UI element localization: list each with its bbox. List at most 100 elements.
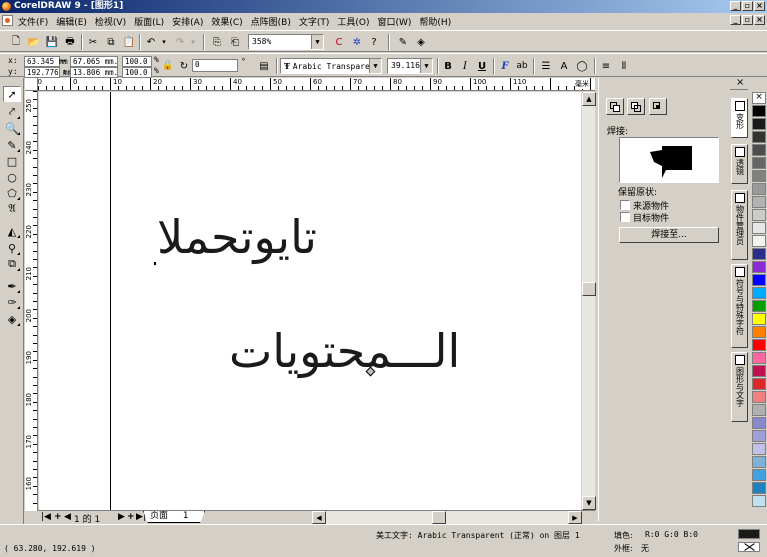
whats-this-icon[interactable]: ?	[366, 34, 382, 50]
horizontal-scroll-thumb[interactable]	[432, 511, 446, 524]
palette-swatch[interactable]	[752, 157, 766, 169]
vertical-scrollbar[interactable]: ▲ ▼	[581, 92, 596, 510]
palette-swatch[interactable]	[752, 313, 766, 325]
format-text-icon[interactable]: F	[497, 58, 513, 74]
vertical-scroll-thumb[interactable]	[582, 282, 596, 296]
palette-swatch[interactable]	[752, 404, 766, 416]
paint-bucket-icon[interactable]: ◈	[413, 34, 429, 50]
fit-text-to-path-icon[interactable]: A	[556, 58, 572, 74]
scroll-down-button[interactable]: ▼	[582, 496, 596, 510]
palette-swatch[interactable]	[752, 417, 766, 429]
width-field[interactable]: 67.065 mm.	[70, 56, 118, 67]
menu-item-9[interactable]: 窗口(W)	[378, 15, 412, 28]
vertical-text-icon[interactable]: ⦀	[616, 58, 632, 74]
fill-color-swatch[interactable]	[738, 529, 760, 539]
maximize-button[interactable]: ▫	[742, 1, 753, 11]
fill-tool-icon[interactable]: ◈	[3, 311, 21, 327]
palette-swatch[interactable]	[752, 365, 766, 377]
palette-swatch[interactable]	[752, 378, 766, 390]
palette-swatch[interactable]	[752, 469, 766, 481]
y-position-field[interactable]: 192.776 mm	[24, 67, 72, 78]
menu-item-7[interactable]: 文字(T)	[299, 15, 330, 28]
prev-page-icon[interactable]: ◀	[64, 512, 71, 522]
vertical-ruler[interactable]: 250 240 230 220 210 200 190 180 170 160	[25, 91, 38, 511]
chevron-down-icon[interactable]: ▼	[420, 59, 432, 73]
tab-lens[interactable]: 透镜	[731, 144, 748, 184]
eyedropper-icon[interactable]: ✎	[395, 34, 411, 50]
font-size-combo[interactable]: 39.116 ▼	[387, 58, 433, 74]
new-file-icon[interactable]: 🗋	[8, 34, 24, 50]
redo-dropdown-icon[interactable]: ▾	[185, 34, 201, 50]
edit-text-icon[interactable]: ab	[514, 58, 530, 74]
scroll-right-button[interactable]: ▶	[568, 511, 582, 524]
menu-item-8[interactable]: 工具(O)	[337, 15, 369, 28]
weld-to-button[interactable]: 焊接至...	[619, 227, 719, 243]
save-icon[interactable]: 💾	[44, 34, 60, 50]
scale-x-field[interactable]: 100.0	[122, 56, 152, 67]
rectangle-tool-icon[interactable]: □	[3, 153, 21, 169]
palette-swatch[interactable]	[752, 183, 766, 195]
rotation-field[interactable]: 0	[192, 59, 238, 72]
lock-ratio-icon[interactable]: 🔒	[160, 58, 176, 74]
text-node-marker[interactable]	[154, 262, 156, 265]
source-object-checkbox[interactable]	[620, 200, 630, 210]
export-icon[interactable]: ⎗	[227, 34, 243, 50]
page-tab[interactable]: 页面 1	[143, 511, 205, 523]
scroll-left-button[interactable]: ◀	[312, 511, 326, 524]
menu-item-6[interactable]: 点阵图(B)	[251, 15, 291, 28]
menu-item-10[interactable]: 帮助(H)	[419, 15, 451, 28]
tab-transform[interactable]: 变形	[731, 98, 748, 138]
weld-mode-button[interactable]	[606, 98, 624, 115]
docker-close-icon[interactable]: ×	[736, 77, 744, 88]
rotate-icon[interactable]: ↻	[176, 58, 192, 74]
chevron-down-icon[interactable]: ▼	[311, 35, 323, 49]
trim-mode-button[interactable]	[627, 98, 645, 115]
text-orientation-icon[interactable]: ◯	[574, 58, 590, 74]
next-page-icon[interactable]: ▶	[118, 512, 125, 522]
shape-tool-icon[interactable]: ⤤	[3, 104, 21, 120]
ellipse-tool-icon[interactable]: ○	[3, 169, 21, 185]
palette-swatch[interactable]	[752, 105, 766, 117]
menu-item-5[interactable]: 效果(C)	[211, 15, 242, 28]
target-object-checkbox[interactable]	[620, 212, 630, 222]
italic-button[interactable]: I	[457, 58, 473, 74]
palette-swatch[interactable]	[752, 482, 766, 494]
palette-swatch[interactable]	[752, 352, 766, 364]
zoom-tool-icon[interactable]: 🔍	[3, 120, 21, 136]
font-combo[interactable]: Ŧ Arabic Transparent ▼	[280, 58, 382, 74]
copy-icon[interactable]: ⧉	[103, 34, 119, 50]
palette-swatch[interactable]	[752, 443, 766, 455]
chevron-down-icon[interactable]: ▼	[369, 59, 381, 73]
eyedropper-tool-icon[interactable]: ✒	[3, 278, 21, 294]
add-page-before-icon[interactable]: +	[54, 512, 62, 522]
palette-swatch[interactable]	[752, 144, 766, 156]
horizontal-ruler[interactable]: 100102030405060708090100110	[38, 78, 595, 91]
palette-swatch[interactable]	[752, 326, 766, 338]
first-page-icon[interactable]: |◀	[41, 512, 51, 522]
horizontal-scrollbar[interactable]: ◀ ▶	[312, 511, 582, 524]
menu-item-2[interactable]: 检视(V)	[95, 15, 126, 28]
palette-swatch[interactable]	[752, 131, 766, 143]
menu-item-0[interactable]: 文件(F)	[18, 15, 48, 28]
print-icon[interactable]: 🖶	[62, 34, 78, 50]
open-folder-icon[interactable]: 📂	[26, 34, 42, 50]
paste-icon[interactable]: 📋	[121, 34, 137, 50]
corel-online-icon[interactable]: C	[331, 34, 347, 50]
coreldraw-app-icon[interactable]	[2, 2, 11, 11]
add-page-after-icon[interactable]: +	[127, 512, 135, 522]
transparency-tool-icon[interactable]: ⚲	[3, 240, 21, 256]
import-icon[interactable]: ⎘	[209, 34, 225, 50]
close-button[interactable]: ×	[754, 1, 765, 11]
zoom-combo[interactable]: 358% ▼	[248, 34, 324, 50]
mirror-icon[interactable]: ▤	[256, 58, 272, 74]
hint-icon[interactable]: ✲	[349, 34, 365, 50]
scroll-up-button[interactable]: ▲	[582, 92, 596, 106]
palette-swatch[interactable]	[752, 287, 766, 299]
outline-none-swatch[interactable]	[738, 542, 760, 552]
palette-swatch[interactable]	[752, 235, 766, 247]
palette-swatch[interactable]	[752, 391, 766, 403]
horizontal-text-icon[interactable]: ≡	[598, 58, 614, 74]
artistic-text-1[interactable]: تايوتحملا	[157, 210, 317, 264]
height-field[interactable]: 13.806 mm.	[70, 67, 118, 78]
pick-tool-icon[interactable]: ➚	[3, 86, 21, 102]
